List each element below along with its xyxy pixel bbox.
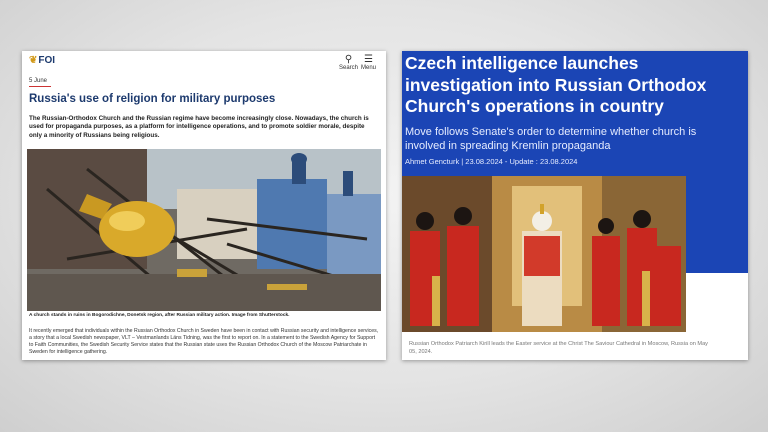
article-title: Russia's use of religion for military pu… (29, 93, 276, 105)
photo-caption: Russian Orthodox Patriarch Kirill leads … (409, 341, 708, 355)
subheadline: Move follows Senate's order to determine… (405, 126, 697, 152)
article-body: It recently emerged that individuals wit… (29, 328, 379, 355)
foi-logo-text: FOI (38, 55, 56, 66)
date-underline (29, 86, 51, 87)
search-icon: ⚲ (344, 54, 353, 65)
foi-header: ❦FOI ⚲ Search ☰ Menu (22, 51, 386, 73)
foi-logo-mark-icon: ❦ (29, 55, 38, 66)
search-button[interactable]: ⚲ Search (339, 54, 358, 71)
photo-caption: A church stands in ruins in Bogorodichne… (29, 313, 290, 318)
ruined-church-photo (27, 149, 381, 311)
foi-article-card: ❦FOI ⚲ Search ☰ Menu 5 June Russia's use… (22, 51, 386, 360)
article-lead: The Russian-Orthodox Church and the Russ… (29, 115, 369, 139)
menu-button[interactable]: ☰ Menu (361, 54, 376, 71)
patriarch-easter-service-photo (402, 176, 686, 332)
article-date: 5 June (29, 78, 48, 84)
hamburger-menu-icon: ☰ (364, 54, 373, 65)
headline: Czech intelligence launches investigatio… (405, 53, 707, 116)
aa-article-card: Czech intelligence launches investigatio… (402, 51, 748, 360)
byline: Ahmet Gencturk | 23.08.2024 - Update : 2… (405, 157, 578, 166)
foi-logo[interactable]: ❦FOI (29, 55, 55, 66)
menu-label: Menu (361, 65, 377, 71)
search-label: Search (339, 65, 359, 71)
